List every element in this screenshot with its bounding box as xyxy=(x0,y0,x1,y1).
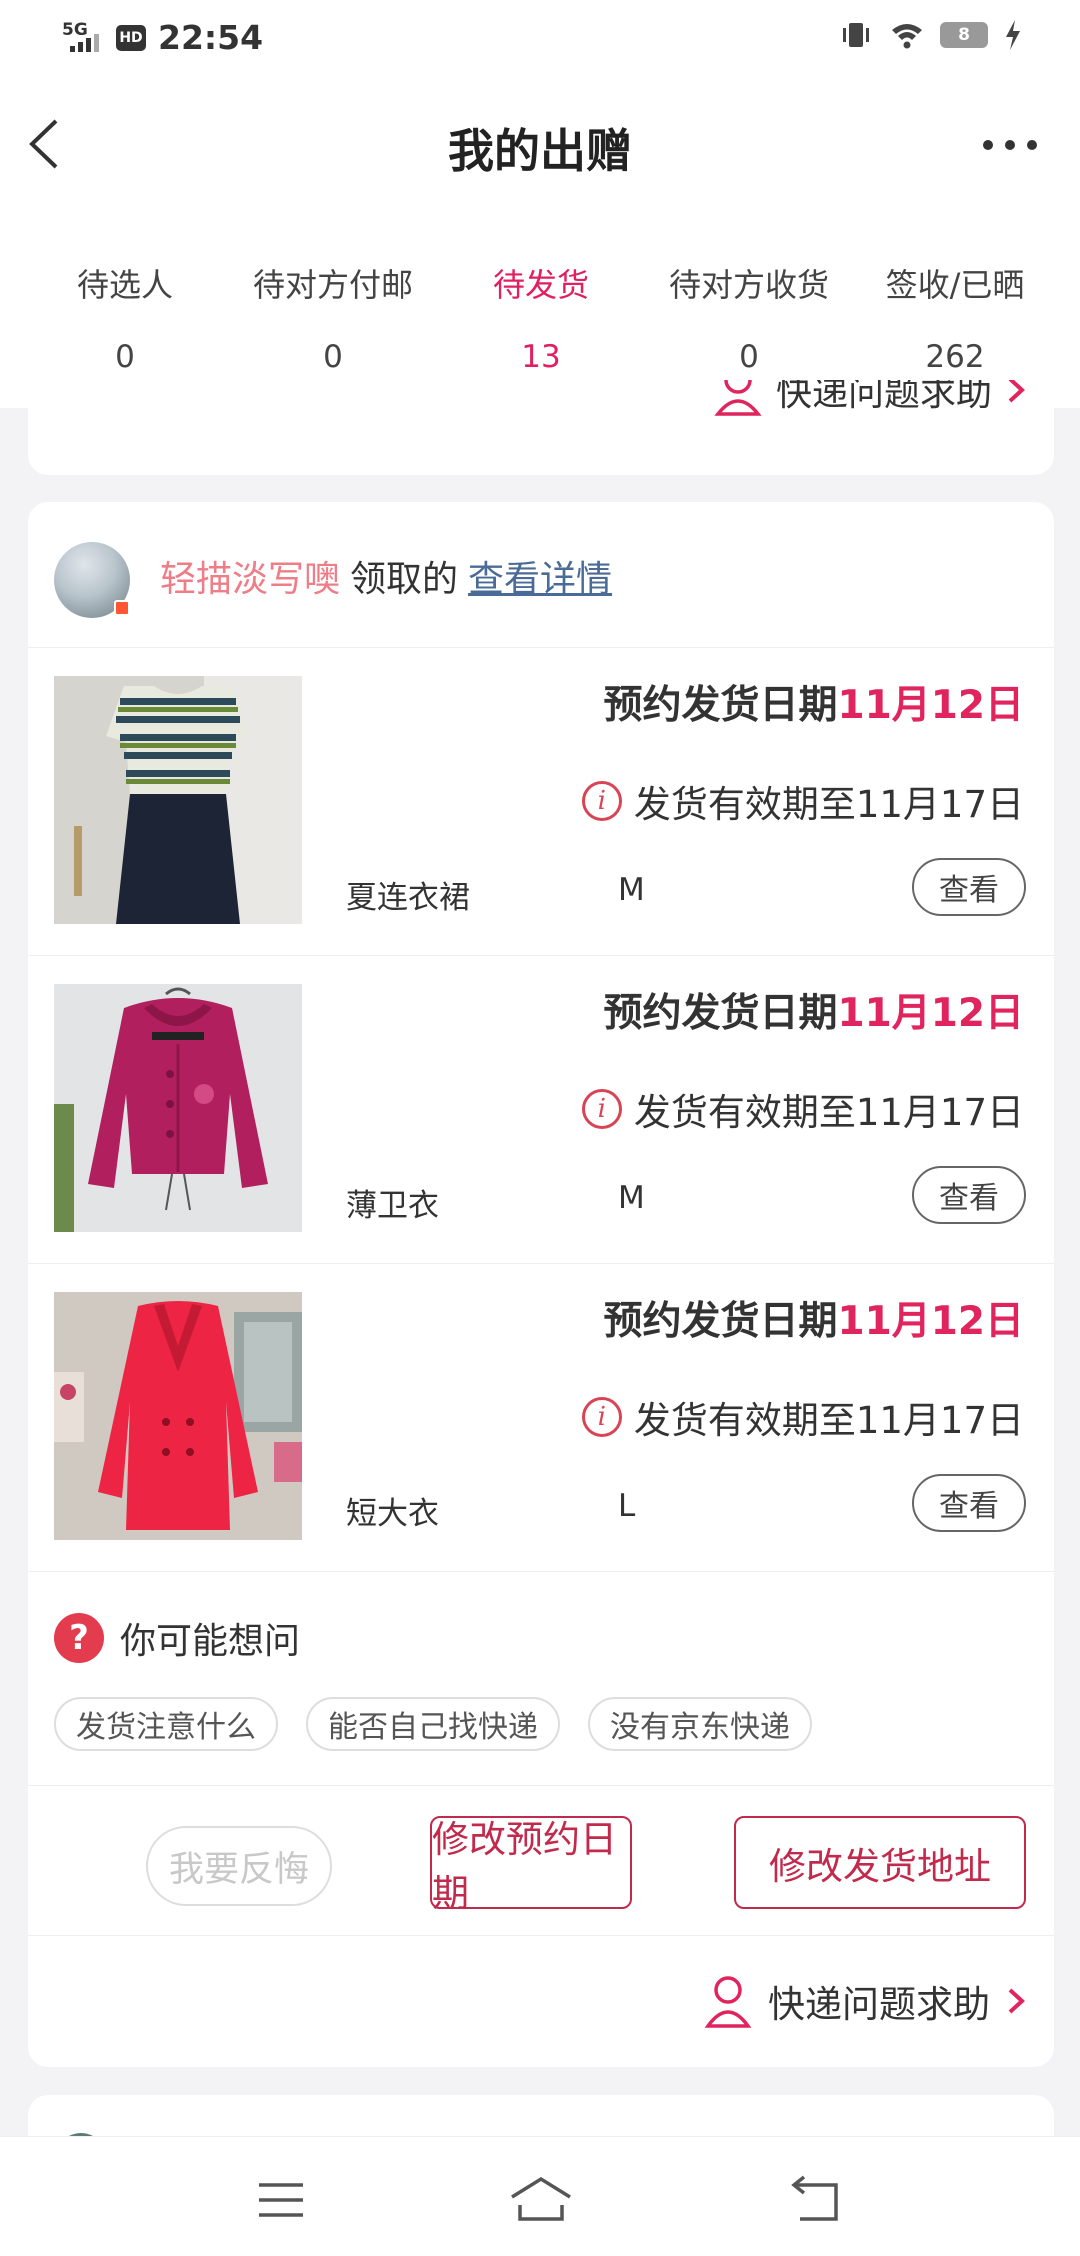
tab-count: 262 xyxy=(925,339,985,375)
tab-count: 0 xyxy=(739,339,759,375)
list-item: 预约发货日期11月12日 i 发货有效期至11月17日 短大衣 L 查看 xyxy=(28,1264,1054,1572)
item-name: 夏连衣裙 xyxy=(346,880,470,916)
coat-thumbnail[interactable] xyxy=(54,1292,302,1540)
system-navbar xyxy=(0,2136,1080,2256)
view-button[interactable]: 查看 xyxy=(912,858,1026,916)
tab-count: 0 xyxy=(115,339,135,375)
validity-text: 发货有效期至11月17日 xyxy=(633,1091,1024,1134)
back-nav-icon[interactable] xyxy=(790,2175,842,2225)
list-item: 预约发货日期11月12日 i 发货有效期至11月17日 薄卫衣 M 查看 xyxy=(28,956,1054,1264)
validity-text: 发货有效期至11月17日 xyxy=(633,783,1024,826)
date-prefix: 预约发货日期 xyxy=(603,991,838,1036)
page-title: 我的出赠 xyxy=(448,124,632,178)
claimer-row: 轻描淡写噢 领取的 查看详情 xyxy=(28,502,1054,648)
faq-section: ? 你可能想问 发货注意什么 能否自己找快递 没有京东快递 xyxy=(28,1572,1054,1786)
claimer-name[interactable]: 轻描淡写噢 xyxy=(160,559,340,600)
view-detail-link[interactable]: 查看详情 xyxy=(468,559,612,600)
courier-help-link[interactable]: 快递问题求助 xyxy=(714,380,1026,416)
info-icon: i xyxy=(581,1089,622,1129)
hoodie-thumbnail[interactable] xyxy=(54,984,302,1232)
battery-icon: 8 xyxy=(940,22,988,48)
more-options-icon[interactable] xyxy=(980,135,1040,155)
question-icon: ? xyxy=(54,1613,104,1663)
item-size: M xyxy=(618,872,645,908)
status-bar: 5G HD 22:54 8 xyxy=(0,0,1080,75)
courier-help-link[interactable]: 快递问题求助 xyxy=(704,1974,1026,2028)
item-size: M xyxy=(618,1180,645,1216)
validity-line: i 发货有效期至11月17日 xyxy=(581,774,1024,828)
date-value: 11月12日 xyxy=(837,1299,1024,1344)
view-button[interactable]: 查看 xyxy=(912,1166,1026,1224)
tab-label: 待对方收货 xyxy=(668,266,829,304)
list-item: 预约发货日期11月12日 i 发货有效期至11月17日 夏连衣裙 M 查看 xyxy=(28,648,1054,956)
item-name: 短大衣 xyxy=(346,1496,439,1532)
claim-text: 领取的 xyxy=(350,559,459,600)
menu-icon[interactable] xyxy=(256,2175,306,2225)
info-icon: i xyxy=(581,1397,622,1437)
validity-line: i 发货有效期至11月17日 xyxy=(581,1082,1024,1136)
item-name: 薄卫衣 xyxy=(346,1188,439,1224)
gift-order-card: 轻描淡写噢 领取的 查看详情 预约发货日期11月12日 i 发货有效期至11月17日… xyxy=(28,502,1054,2067)
header: 我的出赠 xyxy=(0,75,1080,215)
validity-line: i 发货有效期至11月17日 xyxy=(581,1390,1024,1444)
vibrate-icon xyxy=(843,23,869,47)
previous-card: 快递问题求助 xyxy=(28,380,1054,475)
hd-icon: HD xyxy=(116,24,146,51)
faq-chip-no-jd-express[interactable]: 没有京东快递 xyxy=(588,1697,812,1751)
clock: 22:54 xyxy=(158,18,264,57)
faq-chips: 发货注意什么 能否自己找快递 没有京东快递 xyxy=(54,1697,812,1751)
view-button[interactable]: 查看 xyxy=(912,1474,1026,1532)
charging-icon xyxy=(1006,20,1020,50)
scheduled-date: 预约发货日期11月12日 xyxy=(603,1290,1024,1346)
claim-line: 轻描淡写噢 领取的 查看详情 xyxy=(160,550,612,602)
home-icon[interactable] xyxy=(508,2175,574,2225)
faq-chip-shipping-notes[interactable]: 发货注意什么 xyxy=(54,1697,278,1751)
date-prefix: 预约发货日期 xyxy=(603,683,838,728)
chevron-right-icon xyxy=(1008,380,1025,403)
faq-title: ? 你可能想问 xyxy=(54,1612,300,1664)
change-address-button[interactable]: 修改发货地址 xyxy=(734,1816,1026,1909)
faq-title-text: 你可能想问 xyxy=(120,1621,301,1662)
dress-thumbnail[interactable] xyxy=(54,676,302,924)
chevron-right-icon xyxy=(1008,1988,1025,2014)
tab-label: 待对方付邮 xyxy=(252,266,413,304)
change-date-button[interactable]: 修改预约日期 xyxy=(430,1816,632,1915)
tab-label: 待选人 xyxy=(76,266,173,304)
tab-label: 待发货 xyxy=(492,266,589,304)
courier-help-row[interactable]: 快递问题求助 xyxy=(28,1936,1054,2067)
regret-button[interactable]: 我要反悔 xyxy=(146,1826,332,1906)
info-icon: i xyxy=(581,781,622,821)
validity-text: 发货有效期至11月17日 xyxy=(633,1399,1024,1442)
scheduled-date: 预约发货日期11月12日 xyxy=(603,982,1024,1038)
person-icon xyxy=(704,1976,752,2028)
date-prefix: 预约发货日期 xyxy=(603,1299,838,1344)
faq-chip-own-courier[interactable]: 能否自己找快递 xyxy=(306,1697,560,1751)
signal-icon: 5G xyxy=(60,20,106,56)
date-value: 11月12日 xyxy=(837,683,1024,728)
date-value: 11月12日 xyxy=(837,991,1024,1036)
tab-count: 0 xyxy=(323,339,343,375)
action-row: 我要反悔 修改预约日期 修改发货地址 xyxy=(28,1786,1054,1936)
person-icon xyxy=(714,380,762,416)
scheduled-date: 预约发货日期11月12日 xyxy=(603,674,1024,730)
help-label: 快递问题求助 xyxy=(775,380,992,414)
tab-label: 签收/已晒 xyxy=(885,266,1025,304)
item-size: L xyxy=(618,1488,636,1524)
tab-count: 13 xyxy=(521,339,561,375)
wifi-icon xyxy=(892,24,922,49)
help-label: 快递问题求助 xyxy=(768,1983,990,2026)
avatar[interactable] xyxy=(54,542,130,618)
